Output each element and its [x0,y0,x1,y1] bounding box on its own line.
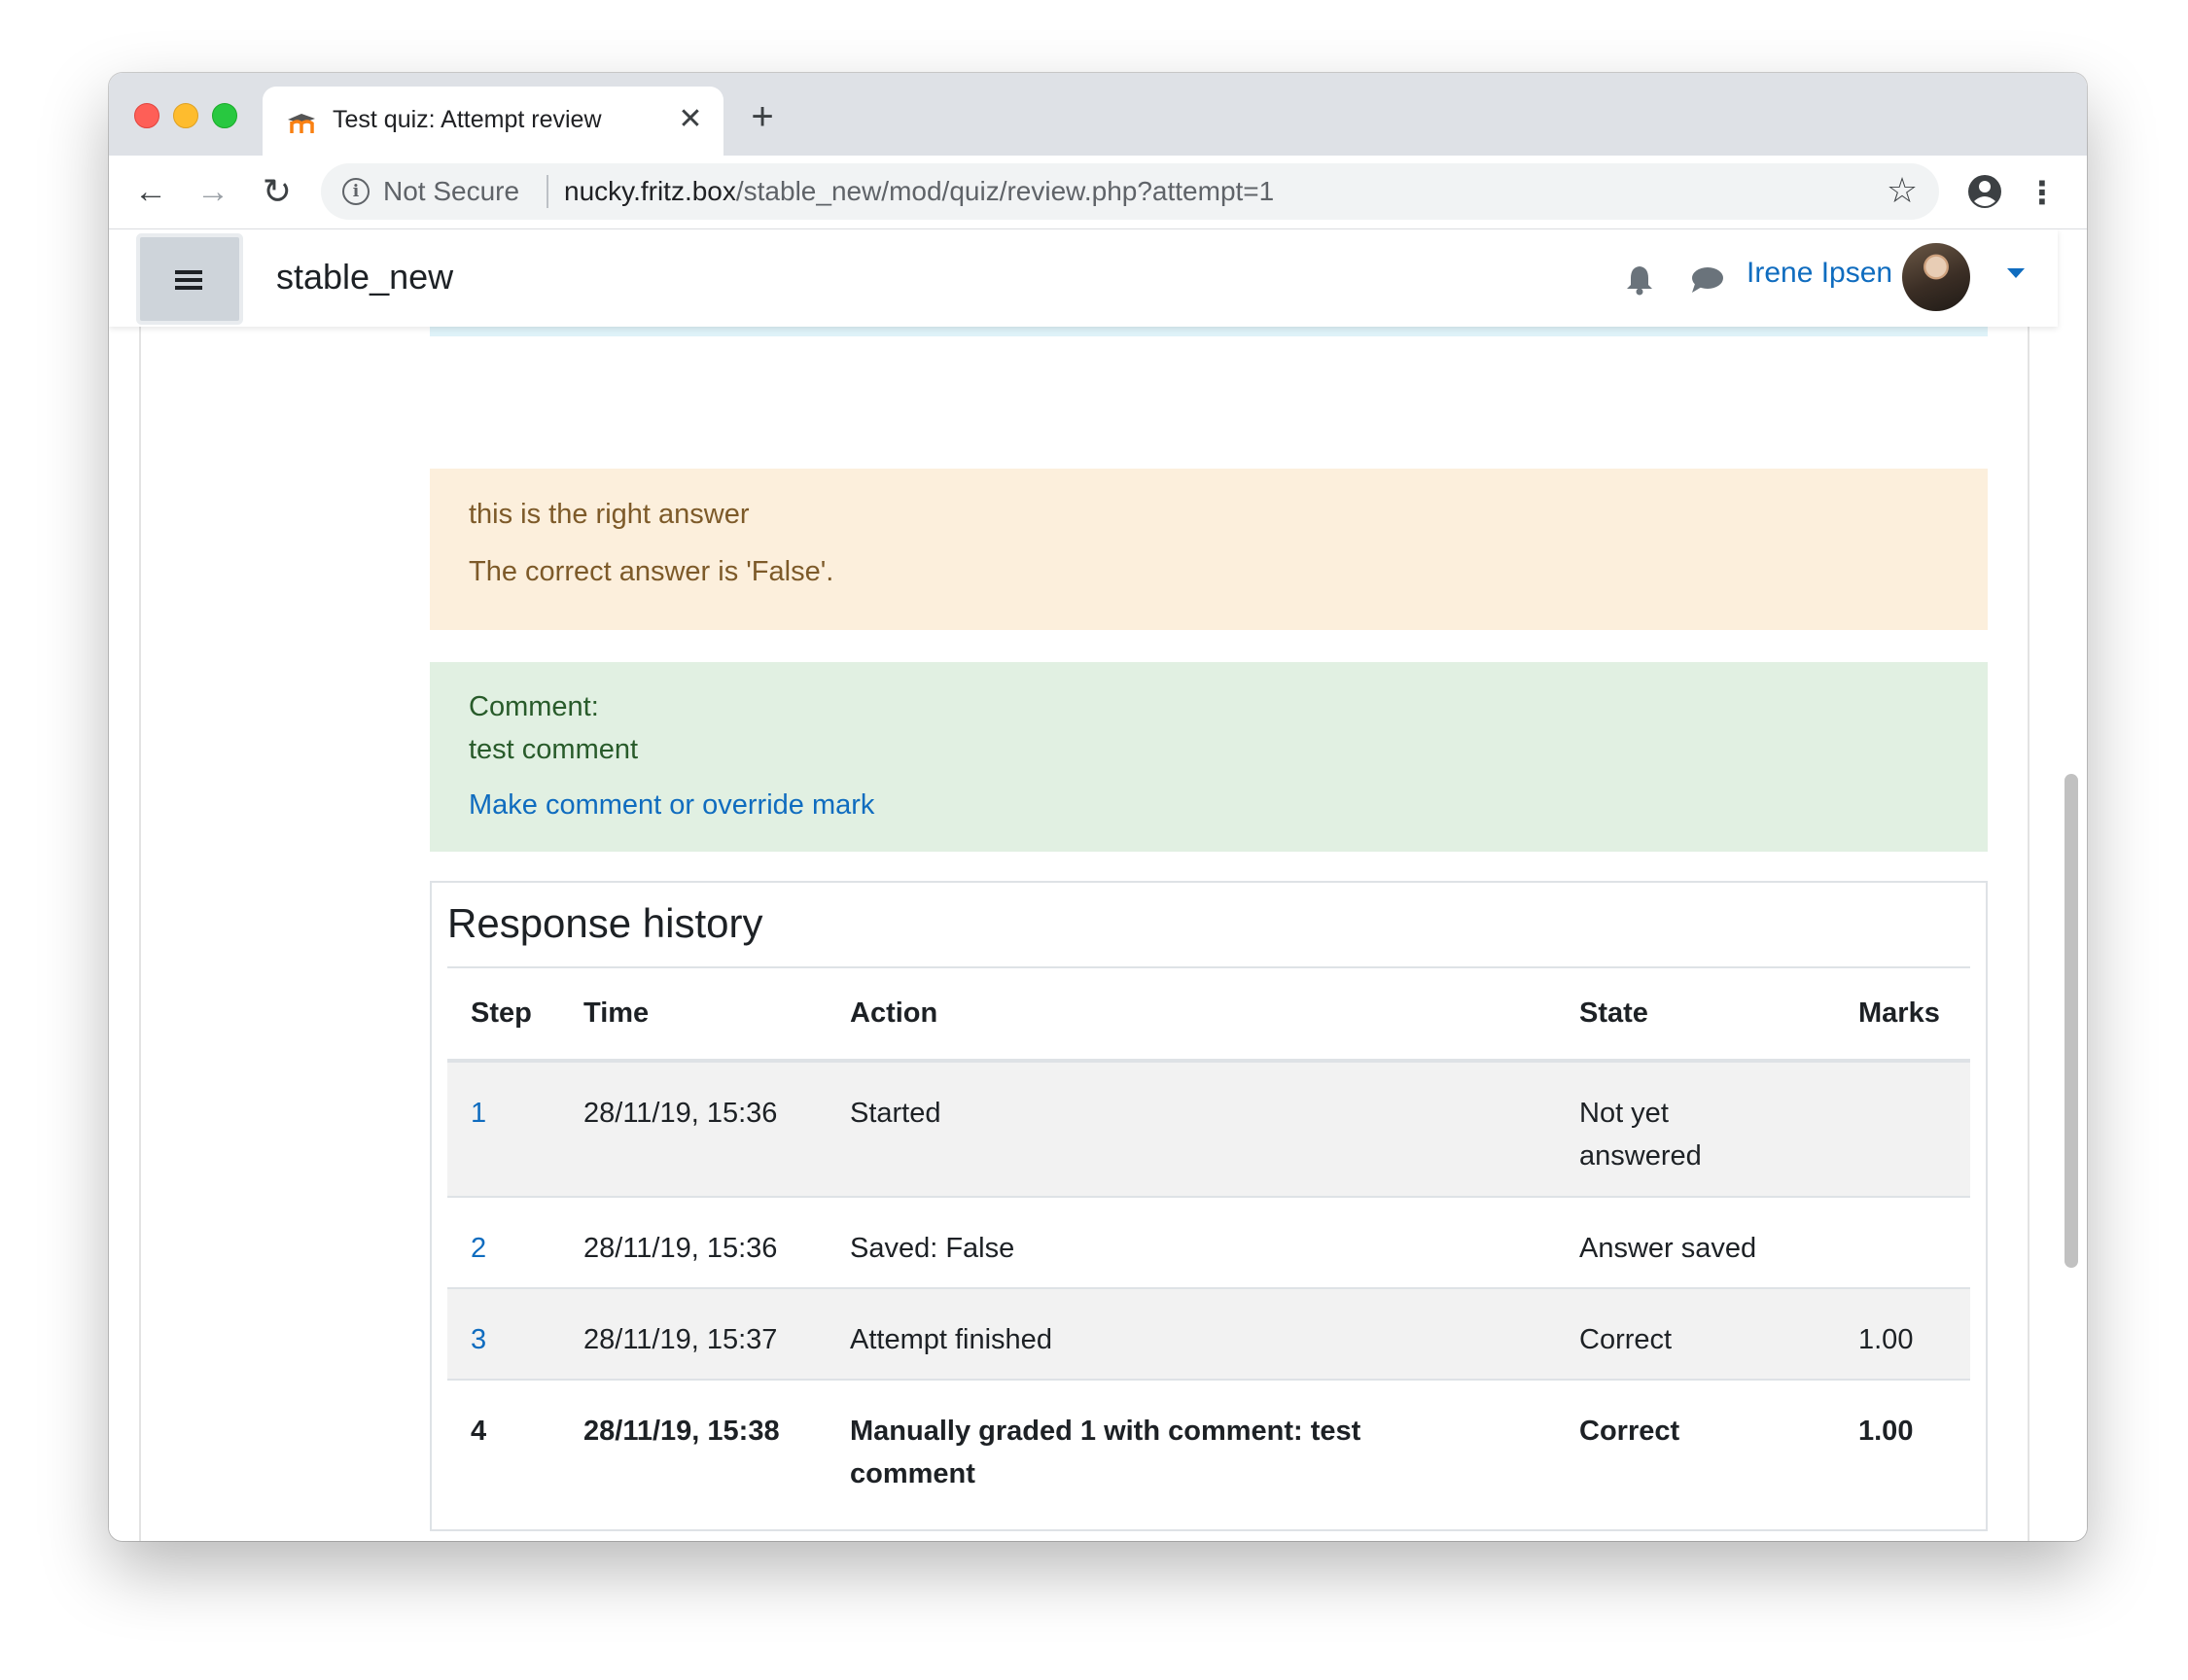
browser-toolbar: ← → ↻ i Not Secure nucky.fritz.box/stabl… [109,156,2087,229]
time-cell: 28/11/19, 15:36 [560,1061,827,1198]
table-header-row: Step Time Action State Marks [447,968,1970,1063]
column-header-marks: Marks [1835,968,1970,1063]
forward-arrow-icon[interactable]: → [193,171,233,212]
step-cell: 4 [471,1416,487,1447]
zoom-window-button[interactable] [212,103,237,128]
tab-strip: Test quiz: Attempt review ✕ + [109,73,2087,156]
site-navbar: stable_new Irene Ipsen [109,229,2058,327]
site-name[interactable]: stable_new [276,257,453,298]
browser-menu-icon[interactable]: ⋮ [2027,173,2058,212]
feedback-box: this is the right answer The correct ans… [430,469,1988,630]
marks-cell: 1.00 [1858,1416,1914,1447]
moodle-favicon-icon [288,114,315,133]
user-avatar[interactable] [1902,243,1970,311]
hamburger-bar [175,286,202,290]
hamburger-bar [175,278,202,282]
page-viewport: stable_new Irene Ipsen this is the right… [109,229,2087,1541]
specific-feedback: this is the right answer [469,499,750,530]
step-cell: 1 [447,1061,560,1198]
drawer-toggle-button[interactable] [140,237,239,321]
messages-chat-icon[interactable] [1689,264,1724,296]
state-cell: Correct [1579,1416,1680,1447]
table-row: 3 28/11/19, 15:37 Attempt finished Corre… [447,1288,1970,1381]
response-history-panel: Response history Step Time Action State [430,881,1988,1531]
security-label[interactable]: Not Secure [383,176,519,207]
table-row: 1 28/11/19, 15:36 Started Not yet answer… [447,1061,1970,1198]
user-menu-caret-icon[interactable] [2007,268,2025,278]
comment-box: Comment: test comment Make comment or ov… [430,662,1988,852]
step-link[interactable]: 2 [471,1233,486,1264]
make-comment-link[interactable]: Make comment or override mark [469,785,874,825]
correct-answer: The correct answer is 'False'. [469,556,834,587]
tab-active[interactable]: Test quiz: Attempt review ✕ [263,87,723,156]
address-bar[interactable]: i Not Secure nucky.fritz.box/stable_new/… [321,163,1939,220]
action-cell: Saved: False [827,1197,1556,1289]
notification-bell-icon[interactable] [1623,262,1656,296]
profile-icon[interactable] [1966,173,2003,210]
info-icon[interactable]: i [342,178,370,205]
column-header-state: State [1556,968,1835,1063]
step-cell: 3 [447,1288,560,1381]
table-row: 2 28/11/19, 15:36 Saved: False Answer sa… [447,1197,1970,1289]
comment-text: test comment [469,734,639,765]
action-cell: Manually graded 1 with comment: test com… [850,1416,1361,1489]
column-header-action: Action [827,968,1556,1063]
step-cell: 2 [447,1197,560,1289]
url-path: /stable_new/mod/quiz/review.php?attempt=… [735,176,1275,206]
user-menu-name[interactable]: Irene Ipsen [1747,257,1892,290]
column-header-time: Time [560,968,827,1063]
hamburger-bar [175,270,202,274]
tab-title: Test quiz: Attempt review [333,106,602,133]
marks-cell [1835,1061,1970,1198]
tab-close-icon[interactable]: ✕ [673,102,708,137]
close-window-button[interactable] [134,103,159,128]
reload-icon[interactable]: ↻ [257,171,298,212]
marks-cell [1835,1197,1970,1289]
time-cell: 28/11/19, 15:36 [560,1197,827,1289]
state-cell: Not yet answered [1556,1061,1835,1198]
column-header-step: Step [447,968,560,1063]
table-row: 4 28/11/19, 15:38 Manually graded 1 with… [447,1380,1970,1525]
browser-window: Test quiz: Attempt review ✕ + ← → ↻ i No… [109,73,2087,1541]
state-cell: Answer saved [1556,1197,1835,1289]
state-cell: Correct [1556,1288,1835,1381]
step-link[interactable]: 1 [471,1098,486,1129]
url-text[interactable]: nucky.fritz.box/stable_new/mod/quiz/revi… [564,176,1274,207]
page-scrollbar[interactable] [2064,774,2078,1268]
action-cell: Started [827,1061,1556,1198]
back-arrow-icon[interactable]: ← [130,171,171,212]
url-separator [547,175,548,208]
new-tab-button[interactable]: + [743,97,782,137]
time-cell: 28/11/19, 15:38 [583,1416,780,1447]
step-link[interactable]: 3 [471,1324,486,1355]
bookmark-star-icon[interactable]: ☆ [1883,171,1922,210]
minimize-window-button[interactable] [173,103,198,128]
url-host: nucky.fritz.box [564,176,736,206]
marks-cell: 1.00 [1835,1288,1970,1381]
action-cell: Attempt finished [827,1288,1556,1381]
response-history-title: Response history [447,900,763,946]
time-cell: 28/11/19, 15:37 [560,1288,827,1381]
response-history-table: Step Time Action State Marks 1 28/11/19,… [447,968,1970,1525]
comment-label: Comment: [469,691,599,722]
